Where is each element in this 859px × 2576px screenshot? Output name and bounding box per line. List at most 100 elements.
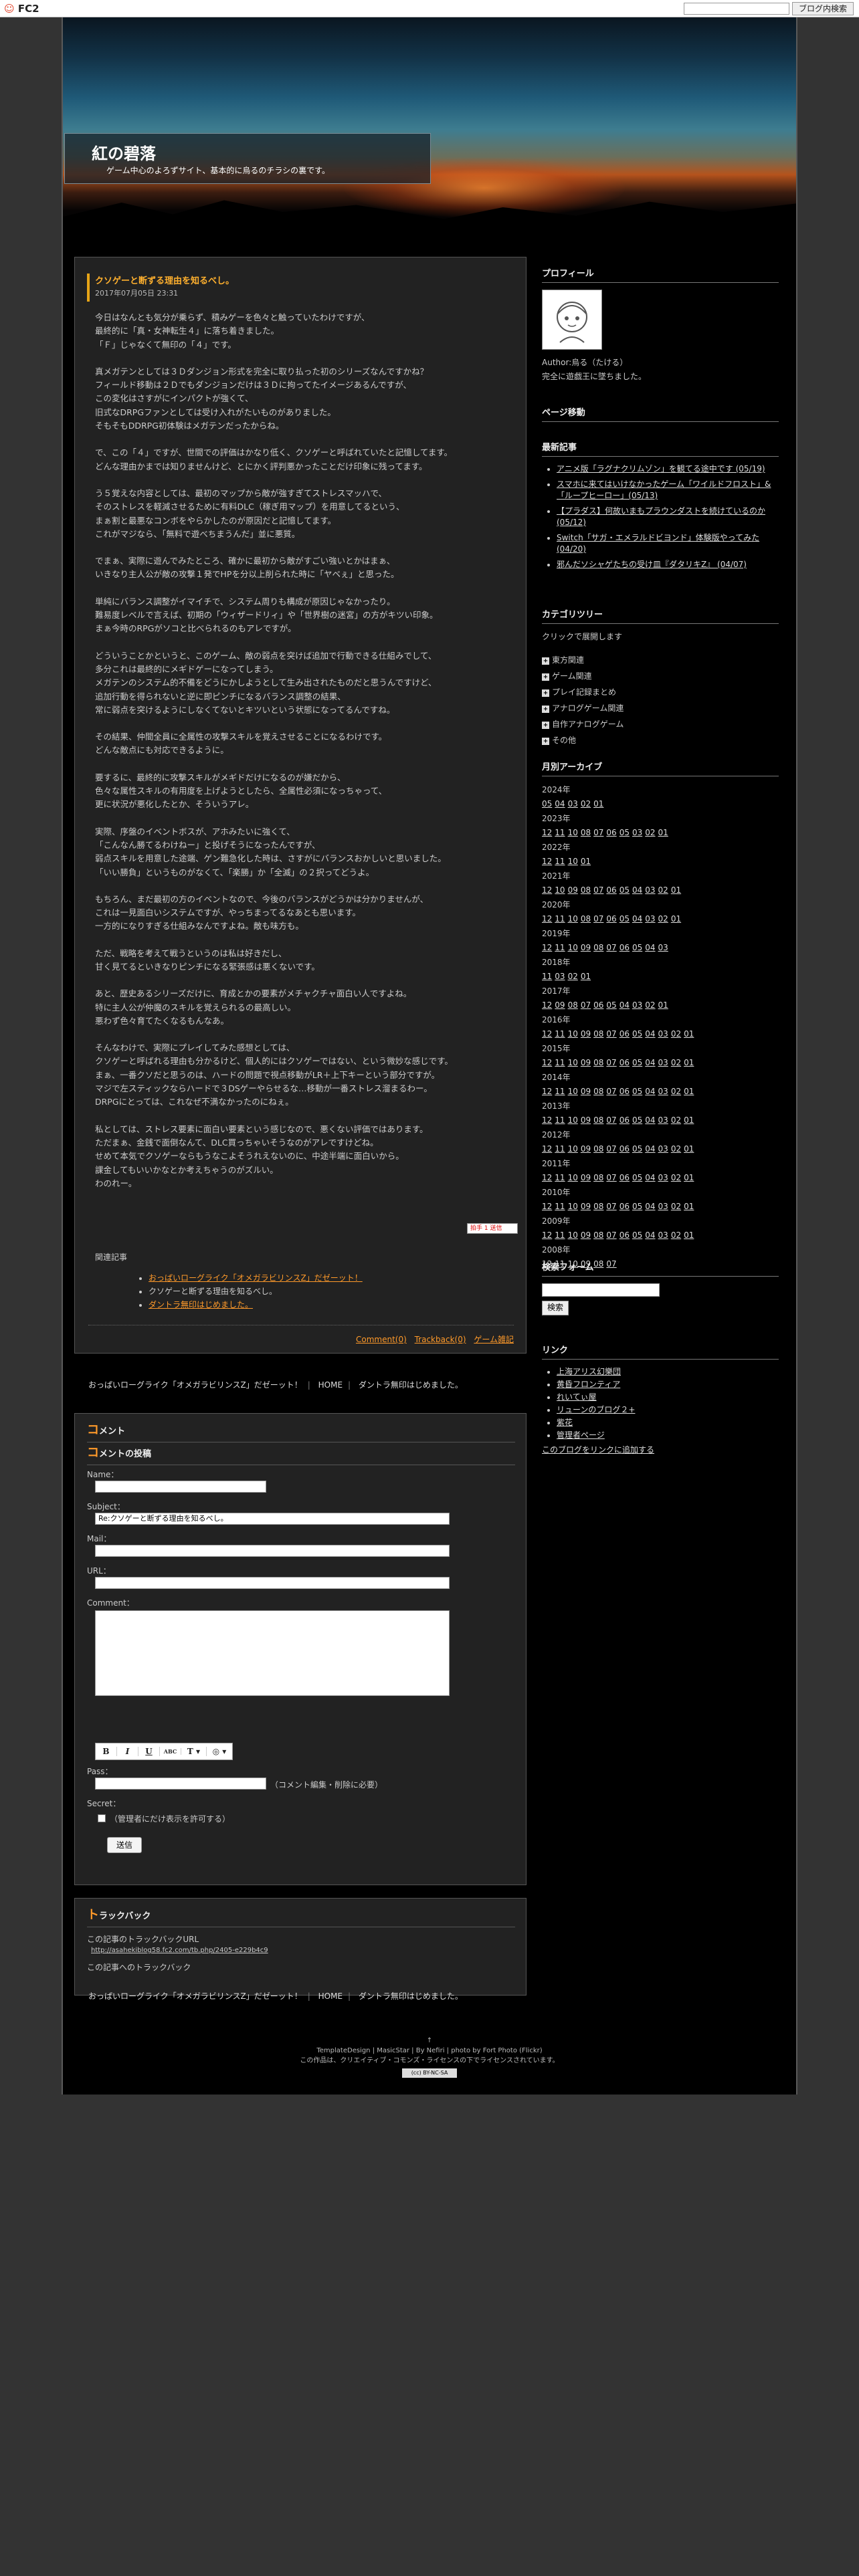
archive-month-link[interactable]: 10 [568,828,578,837]
archive-month-link[interactable]: 01 [684,1058,694,1067]
archive-month-link[interactable]: 03 [658,1115,668,1125]
archive-month-link[interactable]: 08 [581,885,591,895]
name-input[interactable] [95,1481,266,1493]
archive-month-link[interactable]: 08 [593,1058,603,1067]
archive-month-link[interactable]: 06 [619,943,630,952]
archive-month-link[interactable]: 12 [542,828,552,837]
archive-month-link[interactable]: 03 [658,1173,668,1182]
related-link[interactable]: おっぱいローグライク「オメガラビリンスZ」だゼーット！ [149,1273,363,1283]
recent-item[interactable]: 【プラダス】何故いまもプラウンダストを続けているのか(05/12) [557,506,779,528]
archive-month-link[interactable]: 09 [581,1230,591,1240]
archive-month-link[interactable]: 11 [555,1087,565,1096]
archive-month-link[interactable]: 06 [619,1029,630,1039]
archive-month-link[interactable]: 04 [632,914,642,924]
next-entry-link[interactable]: ダントラ無印はじめました。 [359,1380,463,1390]
clap-button[interactable]: 拍手 1 送信 [467,1223,518,1234]
expand-icon[interactable]: + [542,689,549,697]
archive-month-link[interactable]: 12 [542,914,552,924]
archive-month-link[interactable]: 05 [619,914,630,924]
archive-month-link[interactable]: 04 [645,1144,655,1154]
archive-month-link[interactable]: 04 [619,1000,630,1010]
archive-month-link[interactable]: 04 [645,1087,655,1096]
recent-item[interactable]: 邪んだソシャゲたちの受け皿『ダタリキZ』 (04/07) [557,559,779,570]
archive-month-link[interactable]: 04 [645,943,655,952]
subject-input[interactable]: Re:クソゲーと断ずる理由を知るべし。 [95,1513,450,1525]
archive-month-link[interactable]: 07 [606,1202,616,1211]
archive-month-link[interactable]: 07 [593,828,603,837]
archive-month-link[interactable]: 10 [568,1058,578,1067]
archive-month-link[interactable]: 04 [645,1202,655,1211]
archive-month-link[interactable]: 02 [671,1202,681,1211]
archive-month-link[interactable]: 07 [581,1000,591,1010]
trackback-url[interactable]: http://asahekiblog58.fc2.com/tb.php/2405… [91,1947,268,1954]
archive-month-link[interactable]: 06 [619,1058,630,1067]
archive-month-link[interactable]: 08 [593,1087,603,1096]
blog-search-button[interactable]: ブログ内検索 [792,2,854,15]
archive-month-link[interactable]: 06 [619,1144,630,1154]
expand-icon[interactable]: + [542,657,549,665]
archive-month-link[interactable]: 08 [593,1173,603,1182]
archive-month-link[interactable]: 08 [581,828,591,837]
archive-month-link[interactable]: 02 [658,885,668,895]
sidebar-search-button[interactable]: 検索 [542,1301,569,1315]
archive-month-link[interactable]: 11 [555,1202,565,1211]
archive-month-link[interactable]: 10 [568,943,578,952]
fc2-logo[interactable]: ☺ FC2 [4,3,39,15]
archive-month-link[interactable]: 09 [581,943,591,952]
archive-month-link[interactable]: 02 [671,1029,681,1039]
archive-month-link[interactable]: 04 [645,1058,655,1067]
archive-month-link[interactable]: 03 [658,1230,668,1240]
archive-month-link[interactable]: 09 [568,885,578,895]
category-item[interactable]: + 東方関連 [542,654,779,665]
archive-month-link[interactable]: 12 [542,885,552,895]
archive-month-link[interactable]: 12 [542,1173,552,1182]
expand-icon[interactable]: + [542,706,549,713]
recent-item[interactable]: スマホに来てはいけなかったゲーム「ワイルドフロスト」&「ループヒーロー」(05/… [557,479,779,502]
archive-month-link[interactable]: 02 [671,1173,681,1182]
archive-month-link[interactable]: 01 [671,885,681,895]
archive-month-link[interactable]: 04 [645,1115,655,1125]
archive-month-link[interactable]: 07 [593,885,603,895]
category-item[interactable]: + ゲーム関連 [542,670,779,681]
archive-month-link[interactable]: 07 [606,1230,616,1240]
archive-month-link[interactable]: 12 [542,1058,552,1067]
archive-month-link[interactable]: 03 [645,885,655,895]
recent-item[interactable]: アニメ版「ラグナクリムゾン」を観てる途中です (05/19) [557,463,779,475]
archive-month-link[interactable]: 11 [555,1173,565,1182]
archive-month-link[interactable]: 01 [581,857,591,866]
archive-month-link[interactable]: 05 [632,1202,642,1211]
archive-month-link[interactable]: 04 [645,1230,655,1240]
archive-month-link[interactable]: 09 [581,1115,591,1125]
archive-month-link[interactable]: 01 [671,914,681,924]
archive-month-link[interactable]: 05 [619,828,630,837]
archive-month-link[interactable]: 10 [568,1173,578,1182]
link-item[interactable]: 黄昏フロンティア [557,1379,779,1390]
recent-item[interactable]: Switch「サガ・エメラルドビヨンド」体験版やってみた (04/20) [557,532,779,555]
archive-month-link[interactable]: 09 [581,1029,591,1039]
archive-month-link[interactable]: 07 [606,1058,616,1067]
archive-month-link[interactable]: 11 [555,943,565,952]
archive-month-link[interactable]: 05 [632,1029,642,1039]
archive-month-link[interactable]: 01 [684,1115,694,1125]
archive-month-link[interactable]: 09 [581,1173,591,1182]
archive-month-link[interactable]: 04 [645,1173,655,1182]
archive-month-link[interactable]: 10 [568,1230,578,1240]
archive-month-link[interactable]: 06 [619,1115,630,1125]
archive-month-link[interactable]: 07 [606,1029,616,1039]
category-item[interactable]: + プレイ記録まとめ [542,686,779,697]
related-item[interactable]: ダントラ無印はじめました。 [149,1298,363,1311]
expand-icon[interactable]: + [542,722,549,729]
archive-month-link[interactable]: 02 [671,1058,681,1067]
blog-search-input[interactable] [684,3,789,15]
archive-month-link[interactable]: 05 [632,1230,642,1240]
category-item[interactable]: + アナログゲーム関連 [542,702,779,714]
archive-month-link[interactable]: 01 [581,972,591,981]
archive-month-link[interactable]: 08 [568,1000,578,1010]
archive-month-link[interactable]: 07 [593,914,603,924]
archive-month-link[interactable]: 09 [581,1058,591,1067]
submit-button[interactable]: 送信 [107,1837,142,1853]
sidebar-search-input[interactable] [542,1283,660,1297]
emoji-button[interactable]: ◎ ▾ [207,1747,232,1756]
archive-month-link[interactable]: 03 [658,943,668,952]
archive-month-link[interactable]: 09 [581,1202,591,1211]
